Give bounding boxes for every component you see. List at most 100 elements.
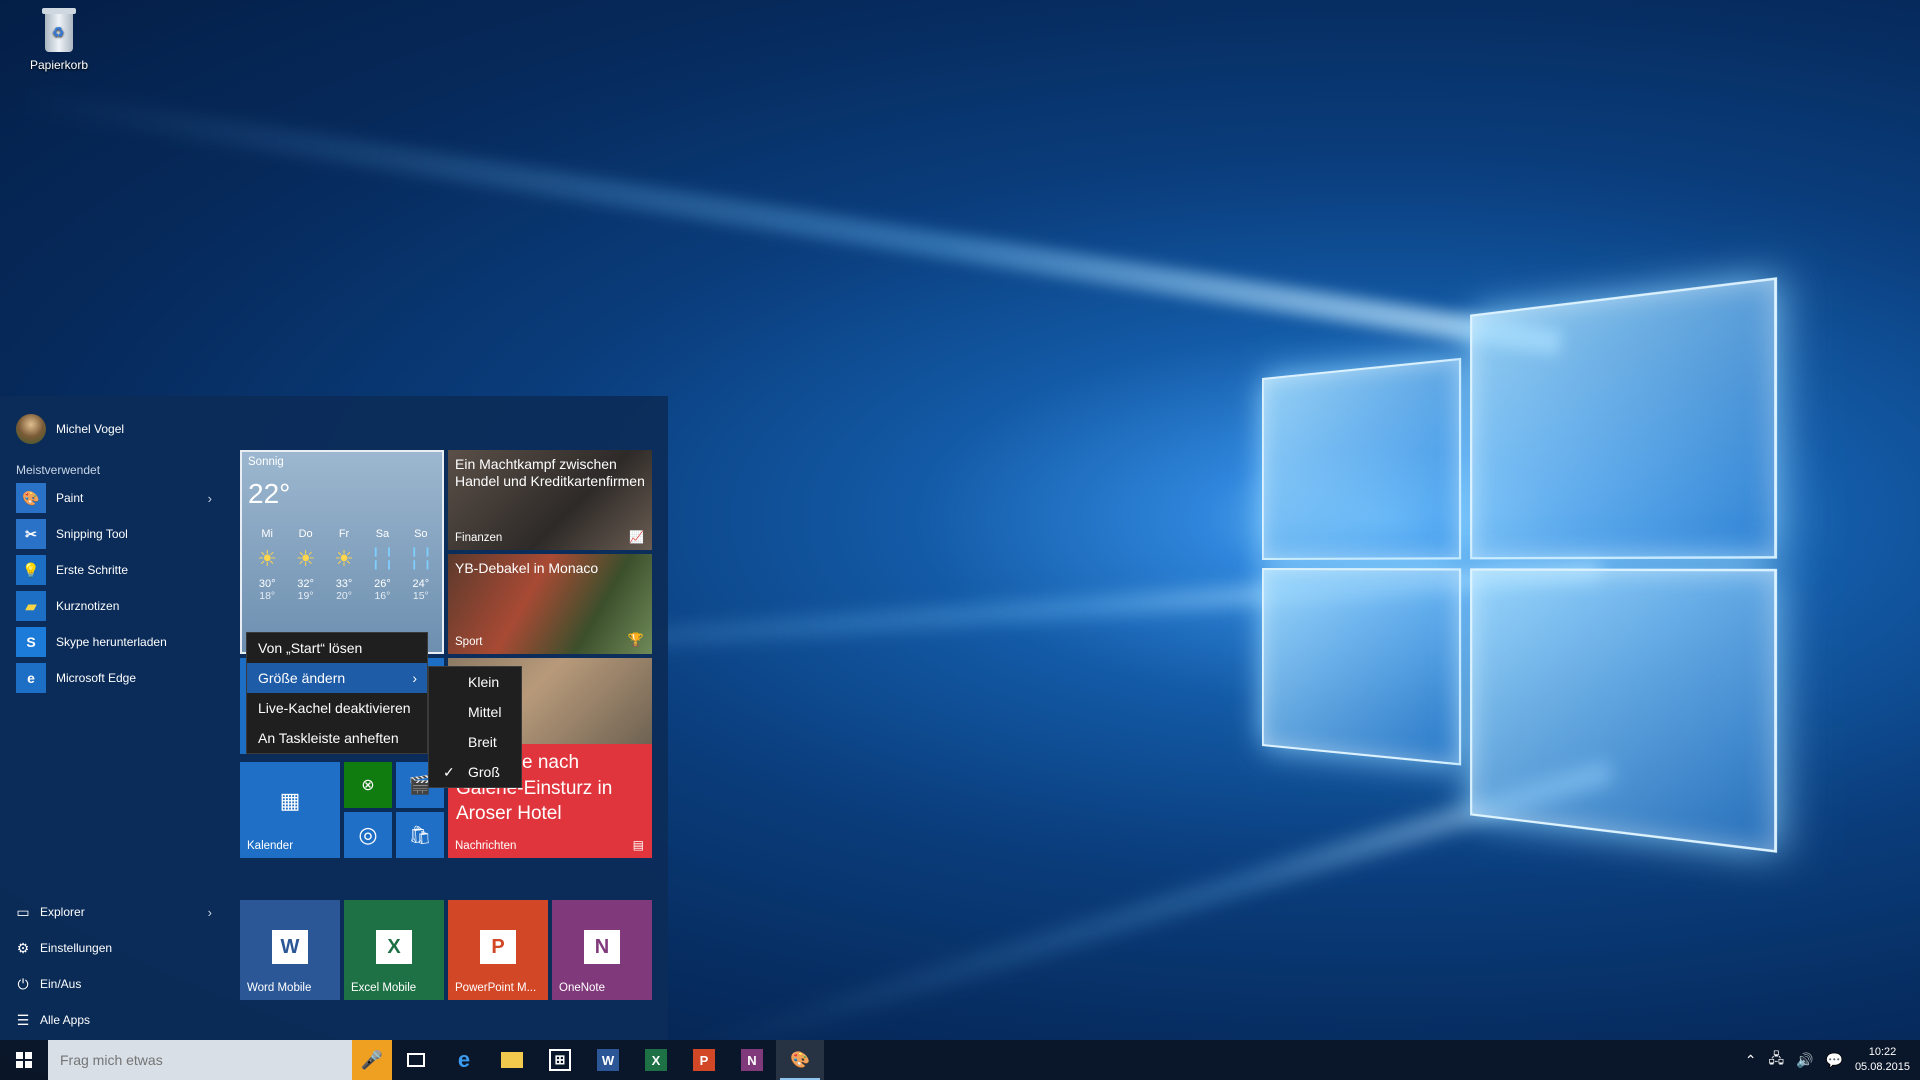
excel-icon: X — [645, 1049, 667, 1071]
most-used-heading: Meistverwendet — [16, 463, 101, 477]
user-avatar — [16, 414, 46, 444]
trophy-icon: 🏆 — [627, 632, 644, 647]
menu-item-pin-taskbar[interactable]: An Taskleiste anheften — [247, 723, 427, 753]
resize-submenu: Klein Mittel Breit ✓ Groß — [428, 666, 522, 788]
size-option-wide[interactable]: Breit — [429, 727, 521, 757]
menu-item-resize[interactable]: Größe ändern › — [247, 663, 427, 693]
start-button[interactable] — [0, 1040, 48, 1080]
recycle-bin-icon: ♻ — [40, 8, 78, 52]
onenote-icon: N — [741, 1049, 763, 1071]
powerpoint-mobile-tile[interactable]: P PowerPoint M... — [448, 900, 548, 1000]
power-label: Ein/Aus — [40, 977, 82, 991]
search-input[interactable] — [48, 1040, 352, 1080]
onenote-label: OneNote — [559, 982, 606, 994]
explorer-label: Explorer — [40, 905, 85, 919]
recycle-bin-desktop-icon[interactable]: ♻ Papierkorb — [22, 8, 96, 72]
finance-tile[interactable]: Ein Machtkampf zwischen Handel und Kredi… — [448, 450, 652, 550]
logo-pane — [1470, 277, 1778, 560]
app-item-microsoft-edge[interactable]: e Microsoft Edge — [16, 660, 216, 696]
taskbar: 🎤 e ⊞ W X P N 🎨 ⌃ 🖧 🔊 💬 10:22 05.08.2015 — [0, 1040, 1920, 1080]
lightbulb-icon: 💡 — [16, 555, 46, 585]
weather-condition: Sonnig — [248, 456, 284, 468]
taskbar-edge[interactable]: e — [440, 1040, 488, 1080]
recycle-bin-label: Papierkorb — [29, 58, 89, 72]
all-apps-item[interactable]: ☰ Alle Apps — [16, 1002, 216, 1038]
finance-label: Finanzen — [455, 532, 503, 544]
menu-item-disable-live-tile[interactable]: Live-Kachel deaktivieren — [247, 693, 427, 723]
store-tile[interactable]: 🛍 — [396, 812, 444, 858]
word-icon: W — [597, 1049, 619, 1071]
search-box[interactable] — [48, 1040, 352, 1080]
forecast-day: Sa ╎╎ 26° 16° — [363, 528, 401, 602]
chevron-right-icon[interactable]: › — [208, 491, 212, 506]
xbox-tile[interactable]: ⊗ — [344, 762, 392, 808]
weather-forecast: Mi ☀ 30° 18° Do ☀ 32° 19° Fr ☀ 33° 20° S… — [248, 528, 440, 602]
onenote-icon: N — [584, 930, 620, 964]
menu-item-unpin[interactable]: Von „Start“ lösen — [247, 633, 427, 663]
app-label: Kurznotizen — [56, 599, 120, 613]
power-item[interactable]: ⏻ Ein/Aus — [16, 966, 216, 1002]
newspaper-icon: ▤ — [632, 838, 644, 852]
explorer-item[interactable]: ▭ Explorer › — [16, 894, 216, 930]
rain-icon: ╎╎ — [407, 546, 435, 571]
task-view-button[interactable] — [392, 1040, 440, 1080]
sport-label: Sport — [455, 636, 483, 648]
taskbar-excel[interactable]: X — [632, 1040, 680, 1080]
skype-icon: S — [16, 627, 46, 657]
weather-tile[interactable]: Sonnig 22° Mi ☀ 30° 18° Do ☀ 32° 19° Fr … — [240, 450, 444, 654]
calendar-tile[interactable]: ▦ Kalender — [240, 762, 340, 858]
sport-headline: YB-Debakel in Monaco — [455, 560, 599, 576]
start-menu-bottom-list: ▭ Explorer › ⚙ Einstellungen ⏻ Ein/Aus ☰… — [16, 894, 216, 1038]
clock-date: 05.08.2015 — [1854, 1061, 1910, 1073]
word-icon: W — [272, 930, 308, 964]
app-item-snipping-tool[interactable]: ✂ Snipping Tool — [16, 516, 216, 552]
onenote-tile[interactable]: N OneNote — [552, 900, 652, 1000]
excel-icon: X — [376, 930, 412, 964]
settings-item[interactable]: ⚙ Einstellungen — [16, 930, 216, 966]
taskbar-word[interactable]: W — [584, 1040, 632, 1080]
chevron-right-icon: › — [412, 670, 417, 686]
taskbar-store[interactable]: ⊞ — [536, 1040, 584, 1080]
user-name: Michel Vogel — [56, 422, 125, 436]
music-disc-icon: ◎ — [358, 822, 378, 847]
size-option-large[interactable]: ✓ Groß — [429, 757, 521, 787]
forecast-day: Mi ☀ 30° 18° — [248, 528, 286, 602]
excel-label: Excel Mobile — [351, 982, 417, 994]
microphone-icon[interactable]: 🎤 — [352, 1040, 392, 1080]
word-mobile-tile[interactable]: W Word Mobile — [240, 900, 340, 1000]
chevron-right-icon[interactable]: › — [208, 905, 212, 920]
shopping-bag-icon: ⊞ — [549, 1049, 571, 1071]
app-item-erste-schritte[interactable]: 💡 Erste Schritte — [16, 552, 216, 588]
sport-tile[interactable]: YB-Debakel in Monaco Sport 🏆 — [448, 554, 652, 654]
gear-icon: ⚙ — [16, 939, 30, 956]
taskbar-paint[interactable]: 🎨 — [776, 1040, 824, 1080]
xbox-icon: ⊗ — [361, 777, 375, 794]
calendar-label: Kalender — [247, 840, 294, 852]
most-used-list: 🎨 Paint › ✂ Snipping Tool 💡 Erste Schrit… — [16, 480, 216, 696]
chart-icon: 📈 — [629, 530, 644, 544]
app-item-kurznotizen[interactable]: ▰ Kurznotizen — [16, 588, 216, 624]
powerpoint-icon: P — [693, 1049, 715, 1071]
app-item-paint[interactable]: 🎨 Paint › — [16, 480, 216, 516]
clock[interactable]: 10:22 05.08.2015 — [1855, 1045, 1910, 1076]
size-option-small[interactable]: Klein — [429, 667, 521, 697]
groove-music-tile[interactable]: ◎ — [344, 812, 392, 858]
action-center-icon[interactable]: 💬 — [1826, 1052, 1843, 1069]
size-option-medium[interactable]: Mittel — [429, 697, 521, 727]
news-label: Nachrichten — [455, 840, 517, 852]
chevron-up-icon[interactable]: ⌃ — [1745, 1052, 1757, 1069]
excel-mobile-tile[interactable]: X Excel Mobile — [344, 900, 444, 1000]
app-item-skype[interactable]: S Skype herunterladen — [16, 624, 216, 660]
volume-icon[interactable]: 🔊 — [1796, 1052, 1813, 1069]
user-account-button[interactable]: Michel Vogel — [16, 414, 124, 444]
folder-icon: ▭ — [16, 903, 30, 920]
paint-icon: 🎨 — [790, 1052, 810, 1069]
taskbar-onenote[interactable]: N — [728, 1040, 776, 1080]
taskbar-powerpoint[interactable]: P — [680, 1040, 728, 1080]
taskbar-explorer[interactable] — [488, 1040, 536, 1080]
word-label: Word Mobile — [247, 982, 312, 994]
settings-label: Einstellungen — [40, 941, 113, 955]
scissors-icon: ✂ — [16, 519, 46, 549]
forecast-day: Do ☀ 32° 19° — [286, 528, 324, 602]
network-icon[interactable]: 🖧 — [1768, 1048, 1784, 1072]
